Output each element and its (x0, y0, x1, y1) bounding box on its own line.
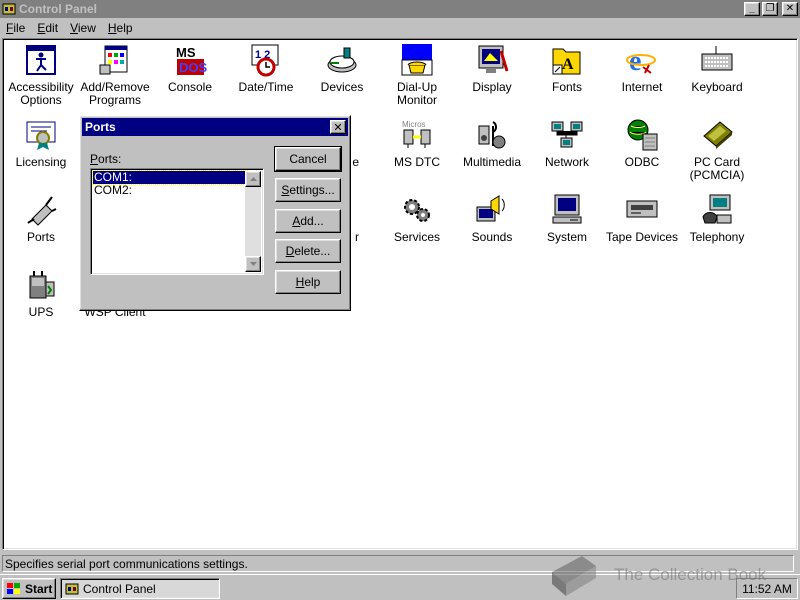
ports-list-label: Ports: (90, 152, 122, 166)
cp-item-system[interactable]: System (530, 193, 604, 244)
ports-icon (27, 196, 57, 226)
ports-dialog: Ports ✕ Ports: COM1: COM2: Cancel Settin… (79, 115, 351, 311)
cp-item-services[interactable]: Services (380, 193, 454, 244)
port-item-com2[interactable]: COM2: (93, 184, 247, 197)
cp-item-console[interactable]: MS DOS Console (153, 43, 227, 94)
cp-item-network[interactable]: Network (530, 118, 604, 169)
cp-item-ups[interactable]: UPS (4, 268, 78, 319)
menu-help[interactable]: Help (102, 18, 139, 38)
internet-icon: e (626, 46, 656, 77)
svg-text:DOS: DOS (179, 60, 207, 75)
dial-up-monitor-icon (401, 44, 433, 76)
licensing-icon (26, 121, 56, 150)
watermark-text: The Collection Book (614, 565, 767, 584)
windows-flag-icon (7, 582, 20, 594)
taskbar-item-control-panel[interactable]: Control Panel (60, 578, 220, 599)
menu-view[interactable]: View (64, 18, 102, 38)
scroll-down-arrow-icon[interactable] (245, 256, 261, 272)
cp-item-multimedia[interactable]: Multimedia (455, 118, 529, 169)
system-icon (552, 194, 582, 224)
menu-file[interactable]: File (0, 18, 31, 38)
odbc-icon (627, 119, 658, 151)
cp-item-display[interactable]: Display (455, 43, 529, 94)
settings-button[interactable]: Settings... (275, 178, 341, 202)
svg-text:e: e (629, 46, 641, 77)
cp-item-odbc[interactable]: ODBC (605, 118, 679, 169)
control-panel-icon (2, 3, 16, 15)
scroll-up-arrow-icon[interactable] (245, 171, 261, 187)
cp-item-dial-up-monitor[interactable]: Dial-Up Monitor (380, 43, 454, 107)
tape-devices-icon (626, 200, 658, 218)
accessibility-icon (26, 45, 56, 75)
cp-item-internet[interactable]: e Internet (605, 43, 679, 94)
keyboard-icon (701, 46, 733, 71)
sounds-icon (476, 195, 505, 222)
ports-scrollbar[interactable] (245, 171, 261, 272)
pc-card-icon (703, 121, 733, 149)
cp-item-licensing[interactable]: Licensing (4, 118, 78, 169)
add-button[interactable]: Add... (275, 209, 341, 233)
services-icon (404, 199, 430, 222)
taskbar-item-label: Control Panel (83, 581, 156, 596)
console-icon: MSDOS (176, 45, 207, 75)
devices-icon (327, 47, 357, 73)
window-title: Control Panel (19, 2, 98, 16)
svg-text:Micros: Micros (402, 120, 426, 129)
cp-item-fonts[interactable]: A Fonts (530, 43, 604, 94)
dialog-titlebar[interactable]: Ports ✕ (82, 118, 348, 136)
book-icon (552, 556, 596, 596)
close-button[interactable]: ✕ (782, 2, 798, 16)
cp-item-sounds[interactable]: Sounds (455, 193, 529, 244)
svg-text:A: A (562, 56, 574, 73)
cp-item-add-remove-programs[interactable]: Add/Remove Programs (78, 43, 152, 107)
network-icon (551, 121, 583, 148)
svg-text:MS: MS (176, 45, 196, 60)
cancel-button[interactable]: Cancel (274, 146, 342, 172)
cp-item-devices[interactable]: Devices (305, 43, 379, 94)
add-remove-programs-icon (99, 45, 128, 75)
cp-item-date-time[interactable]: 1 2 Date/Time (229, 43, 303, 94)
cp-item-accessibility[interactable]: Accessibility Options (4, 43, 78, 107)
cp-item-tape-devices[interactable]: Tape Devices (605, 193, 679, 244)
menu-bar: File Edit View Help (0, 18, 800, 38)
window-titlebar[interactable]: Control Panel _ ❐ ✕ (0, 0, 800, 18)
minimize-button[interactable]: _ (744, 2, 760, 16)
start-button[interactable]: Start (2, 578, 56, 599)
cp-item-telephony[interactable]: Telephony (680, 193, 754, 244)
date-time-icon: 1 2 (251, 44, 279, 77)
dialog-title: Ports (85, 120, 116, 134)
ups-icon (29, 271, 55, 299)
menu-edit[interactable]: Edit (31, 18, 64, 38)
ms-dtc-icon: Micros (402, 120, 431, 148)
telephony-icon (702, 194, 732, 224)
ports-listbox[interactable]: COM1: COM2: (90, 168, 264, 275)
cp-item-pc-card[interactable]: PC Card (PCMCIA) (680, 118, 754, 182)
dialog-close-button[interactable]: ✕ (330, 120, 346, 134)
cp-item-ms-dtc[interactable]: Micros MS DTC (380, 118, 454, 169)
display-icon (478, 45, 509, 73)
start-label: Start (25, 581, 53, 596)
cp-item-ports[interactable]: Ports (4, 193, 78, 244)
fonts-icon: A (552, 48, 581, 75)
delete-button[interactable]: Delete... (275, 239, 341, 263)
multimedia-icon (478, 121, 506, 149)
control-panel-icon (65, 583, 79, 594)
maximize-button[interactable]: ❐ (762, 2, 778, 16)
cp-item-keyboard[interactable]: Keyboard (680, 43, 754, 94)
help-button[interactable]: Help (275, 270, 341, 294)
watermark: The Collection Book (548, 551, 788, 599)
